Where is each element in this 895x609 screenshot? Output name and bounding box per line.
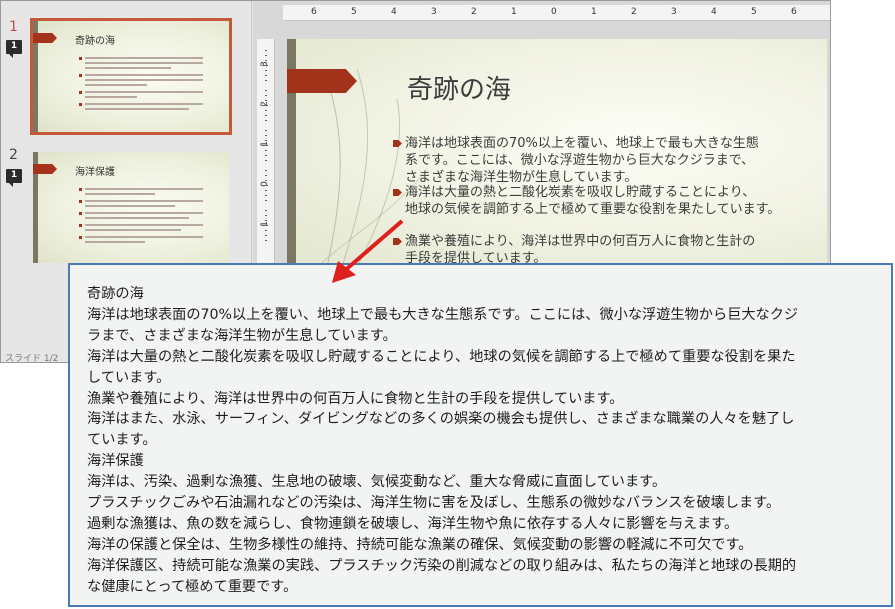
horizontal-ruler[interactable]: 6 5 4 3 2 1 0 1 2 3 4 5 6: [283, 5, 830, 21]
slide-bullet-item[interactable]: 漁業や養殖により、海洋は世界中の何百万人に食物と生計の 手段を提供しています。: [393, 233, 805, 267]
slide-bullet-line: 系です。ここには、微小な浮遊生物から巨大なクジラまで、: [405, 153, 755, 168]
slide-thumbnail-2[interactable]: 海洋保護: [33, 152, 229, 263]
status-bar-slide-indicator: スライド 1/2: [5, 354, 59, 363]
ruler-label: 6: [311, 7, 317, 17]
ruler-label: 5: [751, 7, 757, 17]
thumbnail-title: 奇跡の海: [75, 36, 115, 47]
vertical-ruler[interactable]: 3 2 1 0 1: [257, 39, 275, 269]
ruler-label: 1: [259, 221, 270, 227]
extracted-text-line: 海洋保護区、持続可能な漁業の実践、プラスチック汚染の削減などの取り組みは、私たち…: [87, 557, 797, 574]
ruler-label: 3: [259, 61, 270, 67]
extracted-text-line: 海洋保護: [87, 453, 144, 470]
ruler-label: 1: [591, 7, 597, 17]
ruler-label: 4: [391, 7, 397, 17]
ruler-label: 0: [259, 181, 270, 187]
extracted-text-line: 漁業や養殖により、海洋は世界中の何百万人に食物と生計の手段を提供しています。: [87, 390, 624, 407]
ruler-label: 0: [551, 7, 557, 17]
slide-bullet-line: 地球の気候を調節する上で極めて重要な役割を果たしています。: [405, 202, 781, 217]
slide-title-arrow-shape: [287, 69, 357, 93]
slide-bullet-item[interactable]: 海洋は大量の熱と二酸化炭素を吸収し貯蔵することにより、地球の気候を調節する上で極…: [393, 184, 805, 218]
slide-number-2: 2: [9, 147, 18, 163]
ruler-label: 2: [259, 101, 270, 107]
comment-icon[interactable]: 1: [6, 40, 22, 58]
red-pointer-arrow-icon: [332, 219, 404, 283]
ruler-label: 4: [711, 7, 717, 17]
extracted-text-box: 奇跡の海海洋は地球表面の70%以上を覆い、地球上で最も大きな生態系です。ここには…: [68, 263, 893, 607]
ruler-label: 2: [471, 7, 477, 17]
extracted-text-line: プラスチックごみや石油漏れなどの汚染は、海洋生物に害を及ぼし、生態系の微妙なバラ…: [87, 495, 781, 511]
slide-title[interactable]: 奇跡の海: [407, 69, 511, 106]
extracted-text-line: な健康にとって極めて重要です。: [87, 578, 298, 595]
extracted-text-line: 過剰な漁獲は、魚の数を減らし、食物連鎖を破壊し、海洋生物や魚に依存する人々に影響…: [87, 515, 739, 532]
ruler-label: 1: [259, 141, 270, 147]
slide-bullet-line: 漁業や養殖により、海洋は世界中の何百万人に食物と生計の: [405, 234, 756, 249]
ruler-label: 1: [511, 7, 517, 17]
ruler-label: 5: [351, 7, 357, 17]
extracted-text-line: ラまで、さまざまな海洋生物が生息しています。: [87, 327, 397, 344]
extracted-text-line: しています。: [87, 369, 171, 386]
ruler-label: 3: [671, 7, 677, 17]
ruler-label: 3: [431, 7, 437, 17]
ruler-label: 2: [631, 7, 637, 17]
thumbnail-arrow-shape: [33, 33, 57, 43]
extracted-text-line: 海洋はまた、水泳、サーフィン、ダイビングなどの多くの娯楽の機会も提供し、さまざま…: [87, 411, 795, 428]
slide-bullet-item[interactable]: 海洋は地球表面の70%以上を覆い、地球上で最も大きな生態 系です。ここには、微小な…: [393, 135, 805, 186]
extracted-text-line: 海洋は地球表面の70%以上を覆い、地球上で最も大きな生態系です。ここには、微小な…: [87, 306, 799, 323]
extracted-text-line: 奇跡の海: [87, 286, 144, 302]
extracted-text-line: 海洋の保護と保全は、生物多様性の維持、持続可能な漁業の確保、気候変動の影響の軽減…: [87, 536, 753, 553]
extracted-text-line: ています。: [87, 432, 157, 449]
slide-number-1: 1: [9, 19, 18, 35]
thumbnail-background: [33, 152, 229, 263]
slide-thumbnail-1[interactable]: 奇跡の海: [30, 18, 232, 135]
ruler-label: 6: [791, 7, 797, 17]
thumbnail-arrow-shape: [33, 164, 57, 174]
extracted-text-line: 海洋は大量の熱と二酸化炭素を吸収し貯蔵することにより、地球の気候を調節する上で極…: [87, 348, 796, 365]
comment-icon[interactable]: 1: [6, 169, 22, 187]
extracted-text-line: 海洋は、汚染、過剰な漁獲、生息地の破壊、気候変動など、重大な脅威に直面しています…: [87, 474, 667, 491]
slide-bullet-line: 海洋は大量の熱と二酸化炭素を吸収し貯蔵することにより、: [405, 185, 756, 200]
thumbnail-title: 海洋保護: [75, 167, 115, 178]
thumbnail-background: [33, 21, 229, 132]
screenshot-stage: 1 1 奇跡の海 2 1 海洋保護 スライド 1/2 6 5 4 3 2 1 0…: [0, 0, 895, 609]
slide-bullet-line: 海洋は地球表面の70%以上を覆い、地球上で最も大きな生態: [405, 136, 759, 151]
